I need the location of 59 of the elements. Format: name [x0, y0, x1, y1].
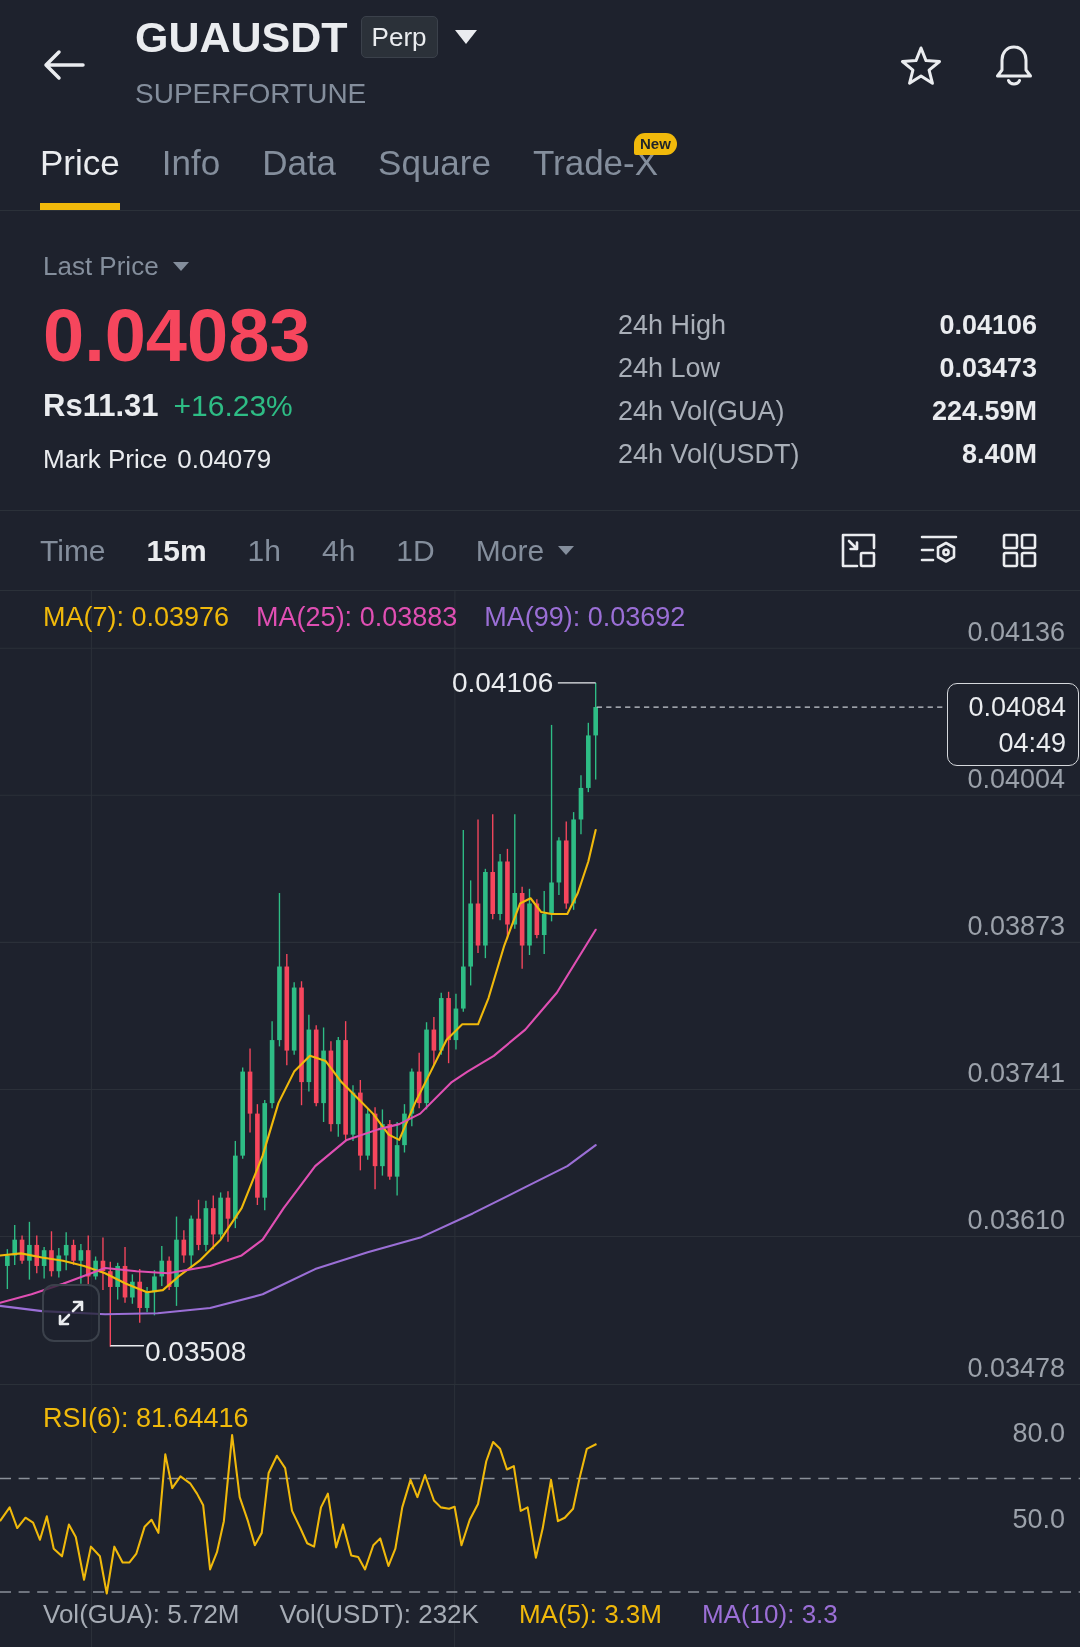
- price-axis-label: 0.03741: [967, 1059, 1065, 1088]
- interval-tab[interactable]: 1h: [247, 530, 281, 571]
- ma-legend-text: MA(99): 0.03692: [484, 601, 686, 633]
- price-axis-label: 0.04136: [967, 618, 1065, 646]
- tab[interactable]: Square: [378, 141, 491, 210]
- fiat-price: Rs11.31: [43, 388, 159, 424]
- interval-tab[interactable]: Time: [40, 530, 106, 571]
- stat-value: 8.40M: [961, 438, 1037, 471]
- contract-type-badge: Perp: [360, 16, 438, 58]
- leader-line: [557, 682, 597, 684]
- last-price: 0.04083: [43, 296, 311, 376]
- price-axis-label: 0.03873: [967, 912, 1065, 941]
- volume-legend-text: MA(10): 3.3: [701, 1598, 838, 1631]
- stat-label: 24h High: [618, 309, 727, 342]
- price-type-dropdown[interactable]: Last Price: [43, 251, 190, 281]
- low-price-label: 0.03508: [145, 1337, 247, 1367]
- interval-tab[interactable]: 15m: [146, 530, 207, 571]
- caret-down-icon: [557, 545, 576, 556]
- mark-price-label: Mark Price: [43, 444, 168, 474]
- tab[interactable]: Info: [161, 141, 221, 210]
- volume-legend-text: MA(5): 3.3M: [518, 1598, 662, 1631]
- new-badge: New: [633, 133, 677, 155]
- interval-tab[interactable]: 1D: [396, 530, 435, 571]
- ma-legend-text: MA(25): 0.03883: [256, 601, 458, 633]
- price-axis-label: 0.04004: [967, 765, 1065, 794]
- rsi-axis-label: 80.0: [1012, 1419, 1065, 1447]
- price-axis-label: 0.03478: [967, 1353, 1065, 1382]
- volume-legend-text: Vol(GUA): 5.72M: [43, 1598, 240, 1631]
- rsi-axis-label: 50.0: [1012, 1505, 1065, 1533]
- more-intervals-dropdown[interactable]: More: [475, 530, 576, 571]
- rsi-legend: RSI(6): 81.64416: [43, 1403, 249, 1433]
- mark-price-value: 0.04079: [177, 444, 272, 474]
- interval-tab[interactable]: 4h: [322, 530, 356, 571]
- tab[interactable]: Price: [40, 141, 120, 210]
- stat-label: 24h Vol(USDT): [618, 438, 800, 471]
- candle-countdown: 04:49: [998, 726, 1066, 760]
- tab[interactable]: Data: [262, 141, 337, 210]
- grid-icon[interactable]: [1002, 533, 1037, 568]
- stat-label: 24h Low: [618, 352, 721, 385]
- caret-down-icon[interactable]: [453, 29, 478, 45]
- volume-legend-text: Vol(USDT): 232K: [279, 1598, 479, 1631]
- ma-legend-text: MA(7): 0.03976: [43, 601, 230, 633]
- stat-value: 224.59M: [931, 395, 1037, 428]
- pair-subtitle: SUPERFORTUNE: [135, 77, 368, 111]
- stat-value: 0.04106: [939, 309, 1037, 342]
- pair-symbol: GUAUSDT: [135, 12, 348, 62]
- expand-button[interactable]: [42, 1284, 100, 1342]
- caret-down-icon: [171, 260, 190, 272]
- current-price-value: 0.04084: [968, 690, 1066, 724]
- expand-arrows-icon: [56, 1298, 86, 1328]
- price-axis-label: 0.03610: [967, 1206, 1065, 1235]
- high-price-label: 0.04106: [452, 668, 554, 698]
- back-arrow-icon[interactable]: [43, 49, 85, 81]
- leader-line: [109, 1345, 145, 1347]
- stat-label: 24h Vol(GUA): [618, 395, 785, 428]
- star-icon[interactable]: [899, 45, 943, 87]
- stat-value: 0.03473: [939, 352, 1037, 385]
- price-change: +16.23%: [173, 388, 293, 424]
- window-arrow-icon[interactable]: [841, 533, 876, 568]
